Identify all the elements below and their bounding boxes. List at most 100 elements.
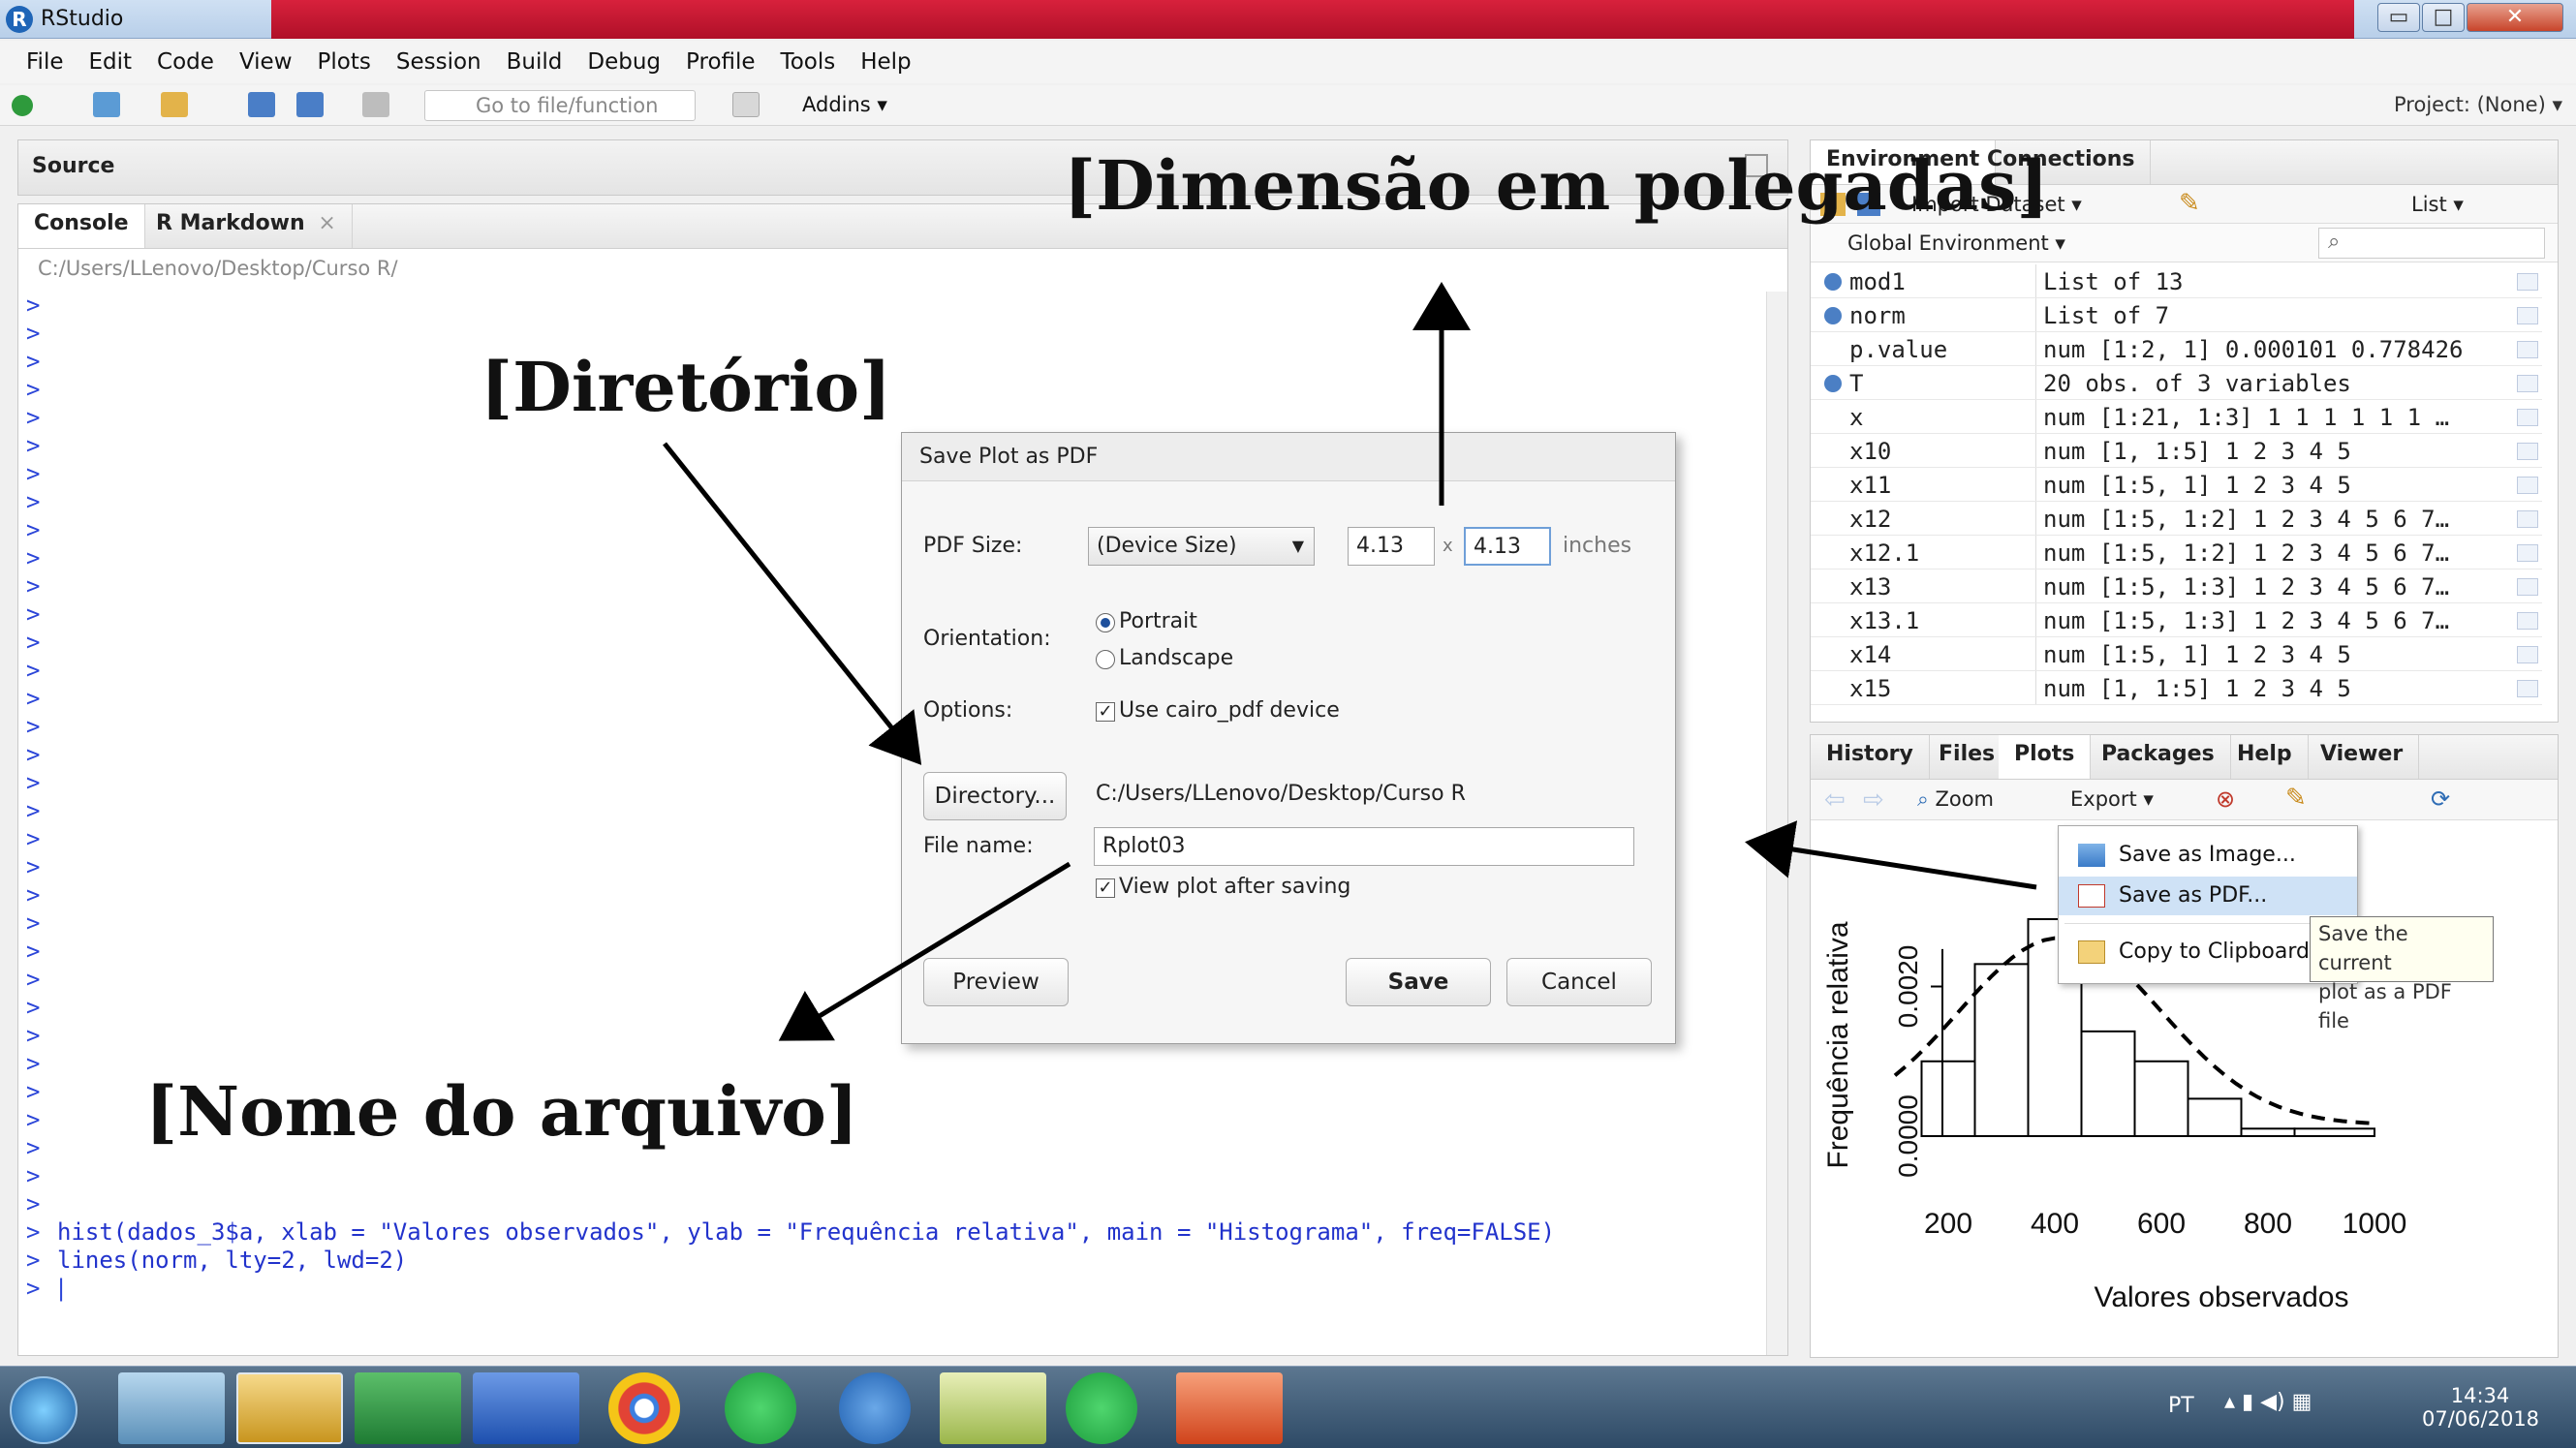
go-to-file-input[interactable]: Go to file/function xyxy=(424,90,696,121)
addins-menu[interactable]: Addins ▾ xyxy=(802,93,887,116)
new-project-icon[interactable] xyxy=(93,92,120,117)
pdf-width-input[interactable]: 4.13 xyxy=(1348,527,1435,566)
grid-icon[interactable] xyxy=(2517,680,2538,697)
cairo-checkbox[interactable]: ✓ xyxy=(1096,702,1115,722)
environment-row[interactable]: x13 num [1:5, 1:3] 1 2 3 4 5 6 7… xyxy=(1811,570,2542,603)
menu-edit[interactable]: Edit xyxy=(77,49,145,75)
tab-packages[interactable]: Packages xyxy=(2086,735,2231,779)
pdf-size-select[interactable]: (Device Size) ▼ xyxy=(1088,527,1315,566)
menu-debug[interactable]: Debug xyxy=(574,49,673,75)
taskbar-whatsapp[interactable] xyxy=(725,1372,796,1444)
taskbar-word[interactable] xyxy=(473,1372,579,1444)
next-plot-icon[interactable]: ⇨ xyxy=(1863,786,1884,815)
grid-icon[interactable] xyxy=(2517,409,2538,426)
menu-profile[interactable]: Profile xyxy=(673,49,768,75)
tab-history[interactable]: History xyxy=(1811,735,1930,779)
export-button[interactable]: Export ▾ xyxy=(2070,787,2154,811)
preview-button[interactable]: Preview xyxy=(923,958,1069,1006)
grid-icon[interactable] xyxy=(2517,510,2538,528)
save-as-pdf-item[interactable]: Save as PDF... xyxy=(2059,877,2357,915)
tray-language[interactable]: PT xyxy=(2168,1394,2194,1418)
environment-row[interactable]: x13.1 num [1:5, 1:3] 1 2 3 4 5 6 7… xyxy=(1811,603,2542,637)
grid-icon[interactable] xyxy=(2517,646,2538,663)
new-file-icon[interactable] xyxy=(12,95,33,116)
menu-plots[interactable]: Plots xyxy=(305,49,384,75)
list-view-button[interactable]: List ▾ xyxy=(2411,193,2464,216)
environment-row[interactable]: mod1 List of 13 xyxy=(1811,264,2542,298)
view-data-icon[interactable] xyxy=(2517,273,2538,291)
save-as-image-item[interactable]: Save as Image... xyxy=(2059,836,2357,875)
refresh-viewer-icon[interactable]: ⟳ xyxy=(2431,786,2450,813)
console-input-prompt[interactable]: > | xyxy=(26,1275,68,1302)
taskbar-excel[interactable] xyxy=(355,1372,461,1444)
broom-icon[interactable]: ✎ xyxy=(2179,189,2200,218)
close-tab-icon[interactable]: × xyxy=(318,211,335,235)
menu-help[interactable]: Help xyxy=(848,49,923,75)
grid-icon[interactable] xyxy=(2517,578,2538,596)
environment-row[interactable]: x15 num [1, 1:5] 1 2 3 4 5 xyxy=(1811,671,2542,705)
open-file-icon[interactable] xyxy=(161,92,188,117)
environment-row[interactable]: x11 num [1:5, 1] 1 2 3 4 5 xyxy=(1811,468,2542,502)
menu-view[interactable]: View xyxy=(227,49,305,75)
taskbar-chrome[interactable] xyxy=(608,1372,680,1444)
grid-icon[interactable] xyxy=(2517,443,2538,460)
view-data-icon[interactable] xyxy=(2517,375,2538,392)
tab-help[interactable]: Help xyxy=(2221,735,2309,779)
global-environment-dropdown[interactable]: Global Environment ▾ xyxy=(1847,231,2065,255)
file-name-input[interactable]: Rplot03 xyxy=(1094,827,1634,866)
previous-plot-icon[interactable]: ⇦ xyxy=(1824,786,1846,815)
view-after-checkbox[interactable]: ✓ xyxy=(1096,878,1115,898)
environment-row[interactable]: x12.1 num [1:5, 1:2] 1 2 3 4 5 6 7… xyxy=(1811,536,2542,570)
grid-icon[interactable] xyxy=(2517,544,2538,562)
maximize-button[interactable]: □ xyxy=(2422,3,2465,32)
environment-row[interactable]: p.value num [1:2, 1] 0.000101 0.778426 xyxy=(1811,332,2542,366)
menu-file[interactable]: File xyxy=(14,49,77,75)
taskbar-app-1[interactable] xyxy=(118,1372,225,1444)
environment-row[interactable]: norm List of 7 xyxy=(1811,298,2542,332)
taskbar-file-explorer[interactable] xyxy=(236,1372,343,1444)
tab-console[interactable]: Console xyxy=(18,204,145,248)
grid-layout-icon[interactable] xyxy=(732,92,760,117)
zoom-button[interactable]: ⌕ Zoom xyxy=(1917,787,1994,812)
close-button[interactable]: ✕ xyxy=(2467,3,2563,32)
tab-viewer[interactable]: Viewer xyxy=(2305,735,2420,779)
remove-plot-icon[interactable]: ⊗ xyxy=(2216,786,2235,813)
environment-search-input[interactable] xyxy=(2318,228,2545,259)
menu-tools[interactable]: Tools xyxy=(768,49,849,75)
expand-icon[interactable] xyxy=(1824,375,1842,392)
console-scrollbar[interactable] xyxy=(1766,292,1787,1355)
taskbar-powerpoint[interactable] xyxy=(1176,1372,1283,1444)
project-menu[interactable]: Project: (None) ▾ xyxy=(2394,93,2562,116)
menu-build[interactable]: Build xyxy=(494,49,575,75)
clear-plots-icon[interactable]: ✎ xyxy=(2285,784,2307,813)
taskbar-rstudio[interactable] xyxy=(839,1372,911,1444)
environment-row[interactable]: T 20 obs. of 3 variables xyxy=(1811,366,2542,400)
start-button[interactable] xyxy=(10,1376,78,1444)
taskbar-app-folder[interactable] xyxy=(940,1372,1046,1444)
menu-code[interactable]: Code xyxy=(144,49,227,75)
save-all-icon[interactable] xyxy=(296,92,324,117)
save-button[interactable]: Save xyxy=(1346,958,1491,1006)
save-icon[interactable] xyxy=(248,92,275,117)
environment-row[interactable]: x10 num [1, 1:5] 1 2 3 4 5 xyxy=(1811,434,2542,468)
pdf-height-input[interactable]: 4.13 xyxy=(1464,527,1551,566)
taskbar-whatsapp-2[interactable] xyxy=(1066,1372,1137,1444)
directory-button[interactable]: Directory... xyxy=(923,772,1067,820)
landscape-radio[interactable] xyxy=(1096,650,1115,669)
environment-row[interactable]: x12 num [1:5, 1:2] 1 2 3 4 5 6 7… xyxy=(1811,502,2542,536)
tab-plots[interactable]: Plots xyxy=(1999,735,2092,779)
menu-session[interactable]: Session xyxy=(384,49,494,75)
cancel-button[interactable]: Cancel xyxy=(1506,958,1652,1006)
expand-icon[interactable] xyxy=(1824,273,1842,291)
expand-icon[interactable] xyxy=(1824,307,1842,324)
environment-row[interactable]: x14 num [1:5, 1] 1 2 3 4 5 xyxy=(1811,637,2542,671)
tray-clock[interactable]: 14:34 07/06/2018 xyxy=(2422,1384,2539,1431)
tray-icons[interactable]: ▴ ▮ ◀) ▦ xyxy=(2224,1390,2312,1414)
minimize-button[interactable]: ▭ xyxy=(2377,3,2420,32)
grid-icon[interactable] xyxy=(2517,477,2538,494)
grid-icon[interactable] xyxy=(2517,612,2538,630)
tab-r-markdown[interactable]: R Markdown × xyxy=(140,204,353,248)
environment-row[interactable]: x num [1:21, 1:3] 1 1 1 1 1 1 … xyxy=(1811,400,2542,434)
print-icon[interactable] xyxy=(362,92,389,117)
grid-icon[interactable] xyxy=(2517,341,2538,358)
